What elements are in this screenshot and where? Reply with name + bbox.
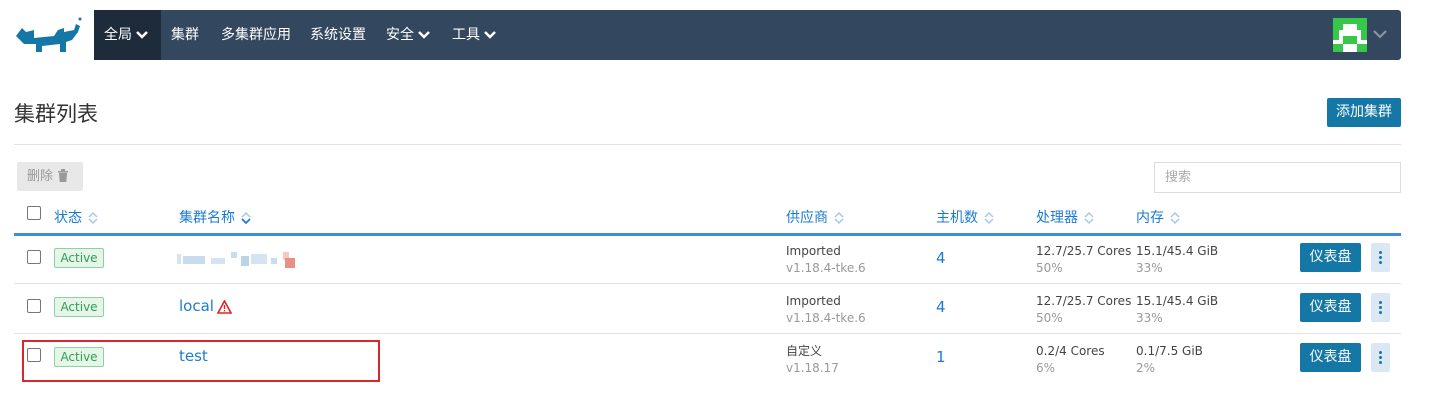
memory-percent: 33% bbox=[1136, 311, 1163, 325]
chevron-down-icon bbox=[418, 31, 430, 39]
nav-settings-label: 系统设置 bbox=[310, 27, 366, 43]
chevron-down-icon[interactable] bbox=[1372, 28, 1388, 40]
rancher-logo-icon[interactable] bbox=[14, 14, 84, 54]
nav-security[interactable]: 安全 bbox=[386, 10, 431, 60]
nav-global[interactable]: 全局 bbox=[94, 10, 161, 60]
sort-icon bbox=[88, 211, 98, 225]
divider bbox=[14, 144, 1401, 145]
search-input[interactable] bbox=[1154, 162, 1401, 193]
nav-multi-cluster-apps[interactable]: 多集群应用 bbox=[221, 10, 291, 60]
cpu-usage: 12.7/25.7 Cores bbox=[1036, 244, 1132, 258]
add-cluster-button[interactable]: 添加集群 bbox=[1327, 98, 1401, 127]
sort-icon bbox=[984, 211, 994, 225]
column-label: 集群名称 bbox=[179, 210, 235, 226]
row-divider bbox=[14, 283, 1401, 284]
sort-icon bbox=[241, 211, 251, 225]
dashboard-button[interactable]: 仪表盘 bbox=[1300, 343, 1361, 372]
column-header-provider[interactable]: 供应商 bbox=[786, 207, 844, 227]
more-vertical-icon[interactable] bbox=[1371, 343, 1390, 372]
trash-icon bbox=[58, 169, 69, 182]
memory-usage: 15.1/45.4 GiB bbox=[1136, 294, 1219, 308]
column-label: 处理器 bbox=[1036, 210, 1078, 226]
row-checkbox[interactable] bbox=[27, 299, 41, 313]
k8s-version: v1.18.4-tke.6 bbox=[786, 311, 866, 325]
memory-percent: 2% bbox=[1136, 361, 1156, 375]
redacted-cluster-name[interactable] bbox=[175, 250, 305, 270]
nav-settings[interactable]: 系统设置 bbox=[310, 10, 366, 60]
column-label: 内存 bbox=[1136, 210, 1164, 226]
hosts-count-link[interactable]: 1 bbox=[936, 348, 946, 366]
cpu-percent: 50% bbox=[1036, 261, 1063, 275]
status-badge: Active bbox=[54, 248, 104, 268]
provider-cell: Imported v1.18.4-tke.6 bbox=[786, 293, 866, 327]
nav-clusters-label: 集群 bbox=[171, 27, 199, 43]
column-label: 状态 bbox=[54, 210, 82, 226]
column-header-name[interactable]: 集群名称 bbox=[179, 207, 251, 227]
user-avatar-icon[interactable] bbox=[1333, 18, 1367, 52]
nav-tools-label: 工具 bbox=[452, 27, 480, 43]
more-vertical-icon[interactable] bbox=[1371, 243, 1390, 272]
hosts-count-link[interactable]: 4 bbox=[936, 298, 946, 316]
column-header-cpu[interactable]: 处理器 bbox=[1036, 207, 1094, 227]
row-checkbox[interactable] bbox=[27, 250, 41, 264]
nav-global-label: 全局 bbox=[104, 27, 132, 43]
warning-icon bbox=[217, 300, 232, 314]
cpu-cell: 0.2/4 Cores 6% bbox=[1036, 343, 1105, 377]
memory-percent: 33% bbox=[1136, 261, 1163, 275]
cpu-cell: 12.7/25.7 Cores 50% bbox=[1036, 243, 1131, 277]
top-navbar: 全局 集群 多集群应用 系统设置 安全 工具 bbox=[94, 10, 1401, 60]
sort-icon bbox=[834, 211, 844, 225]
table-header-underline bbox=[14, 233, 1401, 236]
memory-cell: 0.1/7.5 GiB 2% bbox=[1136, 343, 1203, 377]
hosts-count-link[interactable]: 4 bbox=[936, 249, 946, 267]
cpu-cell: 12.7/25.7 Cores 50% bbox=[1036, 293, 1131, 327]
nav-clusters[interactable]: 集群 bbox=[171, 10, 199, 60]
cluster-name-link[interactable]: local bbox=[179, 297, 214, 315]
dashboard-button[interactable]: 仪表盘 bbox=[1300, 243, 1361, 272]
memory-usage: 0.1/7.5 GiB bbox=[1136, 344, 1203, 358]
column-header-state[interactable]: 状态 bbox=[54, 207, 98, 227]
k8s-version: v1.18.17 bbox=[786, 361, 839, 375]
chevron-down-icon bbox=[136, 31, 148, 39]
highlight-box bbox=[22, 340, 380, 382]
column-label: 供应商 bbox=[786, 210, 828, 226]
provider-cell: Imported v1.18.4-tke.6 bbox=[786, 243, 866, 277]
nav-multi-cluster-apps-label: 多集群应用 bbox=[221, 27, 291, 43]
status-badge: Active bbox=[54, 297, 104, 317]
column-header-hosts[interactable]: 主机数 bbox=[936, 207, 994, 227]
dashboard-button[interactable]: 仪表盘 bbox=[1300, 293, 1361, 322]
page-title: 集群列表 bbox=[14, 102, 98, 126]
provider-name: Imported bbox=[786, 244, 841, 258]
sort-icon bbox=[1084, 211, 1094, 225]
provider-cell: 自定义 v1.18.17 bbox=[786, 343, 839, 377]
cpu-percent: 50% bbox=[1036, 311, 1063, 325]
sort-icon bbox=[1170, 211, 1180, 225]
provider-name: 自定义 bbox=[786, 344, 823, 358]
chevron-down-icon bbox=[484, 31, 496, 39]
memory-usage: 15.1/45.4 GiB bbox=[1136, 244, 1219, 258]
nav-security-label: 安全 bbox=[386, 27, 414, 43]
column-header-memory[interactable]: 内存 bbox=[1136, 207, 1180, 227]
cpu-usage: 0.2/4 Cores bbox=[1036, 344, 1105, 358]
delete-button[interactable]: 删除 bbox=[17, 162, 83, 191]
k8s-version: v1.18.4-tke.6 bbox=[786, 261, 866, 275]
nav-tools[interactable]: 工具 bbox=[452, 10, 497, 60]
column-label: 主机数 bbox=[936, 210, 978, 226]
cpu-percent: 6% bbox=[1036, 361, 1056, 375]
cpu-usage: 12.7/25.7 Cores bbox=[1036, 294, 1132, 308]
provider-name: Imported bbox=[786, 294, 841, 308]
memory-cell: 15.1/45.4 GiB 33% bbox=[1136, 243, 1218, 277]
select-all-checkbox[interactable] bbox=[27, 206, 41, 220]
more-vertical-icon[interactable] bbox=[1371, 293, 1390, 322]
delete-label: 删除 bbox=[27, 169, 54, 184]
row-divider bbox=[14, 333, 1401, 334]
memory-cell: 15.1/45.4 GiB 33% bbox=[1136, 293, 1218, 327]
